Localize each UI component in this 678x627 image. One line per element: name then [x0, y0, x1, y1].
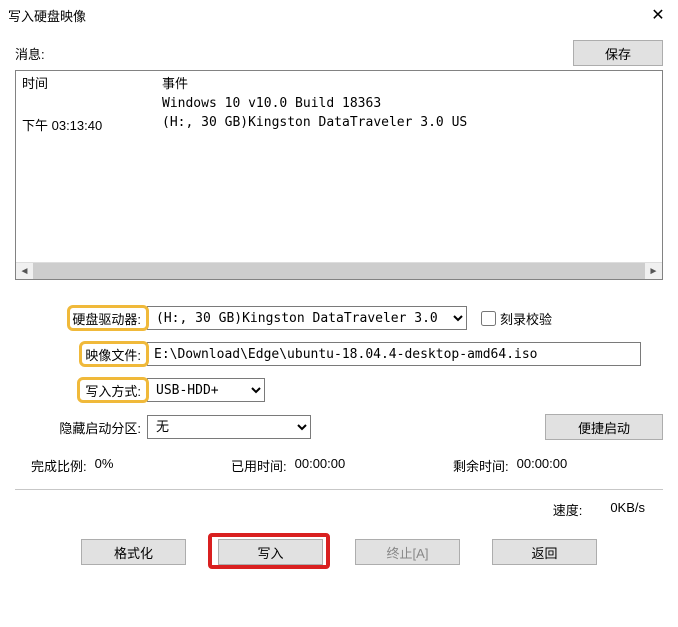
- format-button[interactable]: 格式化: [81, 539, 186, 565]
- drive-select[interactable]: (H:, 30 GB)Kingston DataTraveler 3.0 US: [147, 306, 467, 330]
- elapsed-label: 已用时间:: [231, 456, 287, 475]
- message-label: 消息:: [15, 44, 45, 63]
- log-time: [22, 96, 162, 111]
- boot-button[interactable]: 便捷启动: [545, 414, 663, 440]
- progress-label: 完成比例:: [31, 456, 87, 475]
- hide-select[interactable]: 无: [147, 415, 311, 439]
- title-bar: 写入硬盘映像 ✕: [0, 0, 678, 30]
- form-area: 硬盘驱动器: (H:, 30 GB)Kingston DataTraveler …: [15, 306, 663, 440]
- content-area: 消息: 保存 时间 事件 Windows 10 v10.0 Build 1836…: [0, 30, 678, 565]
- scroll-left-icon[interactable]: ◄: [16, 263, 33, 279]
- drive-label: 硬盘驱动器:: [15, 309, 147, 328]
- button-row: 格式化 写入 终止[A] 返回: [15, 539, 663, 565]
- hide-label: 隐藏启动分区:: [15, 418, 147, 437]
- scroll-thumb[interactable]: [33, 263, 645, 279]
- elapsed-value: 00:00:00: [295, 456, 346, 475]
- divider: [15, 489, 663, 490]
- progress-value: 0%: [95, 456, 114, 475]
- log-col-time: 时间: [22, 73, 162, 92]
- abort-button: 终止[A]: [355, 539, 460, 565]
- window-title: 写入硬盘映像: [8, 6, 86, 25]
- log-line: Windows 10 v10.0 Build 18363: [16, 94, 662, 113]
- log-box: 时间 事件 Windows 10 v10.0 Build 18363 下午 03…: [15, 70, 663, 280]
- mode-label: 写入方式:: [15, 381, 147, 400]
- scroll-track[interactable]: [33, 263, 645, 279]
- verify-label: 刻录校验: [500, 309, 552, 328]
- log-event: (H:, 30 GB)Kingston DataTraveler 3.0 US: [162, 115, 656, 134]
- speed-row: 速度: 0KB/s: [15, 496, 663, 519]
- image-label: 映像文件:: [15, 345, 147, 364]
- mode-select[interactable]: USB-HDD+: [147, 378, 265, 402]
- verify-checkbox-input[interactable]: [481, 311, 496, 326]
- remain-label: 剩余时间:: [453, 456, 509, 475]
- save-button[interactable]: 保存: [573, 40, 663, 66]
- verify-checkbox[interactable]: 刻录校验: [481, 309, 552, 328]
- log-time: 下午 03:13:40: [22, 115, 162, 134]
- log-hscrollbar[interactable]: ◄ ►: [16, 262, 662, 279]
- message-row: 消息: 保存: [15, 40, 663, 66]
- hide-row: 隐藏启动分区: 无 便捷启动: [15, 414, 663, 440]
- status-row: 完成比例: 0% 已用时间: 00:00:00 剩余时间: 00:00:00: [15, 452, 663, 475]
- image-path-input[interactable]: [147, 342, 641, 366]
- image-row: 映像文件:: [15, 342, 663, 366]
- back-button[interactable]: 返回: [492, 539, 597, 565]
- log-line: 下午 03:13:40 (H:, 30 GB)Kingston DataTrav…: [16, 113, 662, 136]
- log-body: Windows 10 v10.0 Build 18363 下午 03:13:40…: [16, 94, 662, 262]
- log-header: 时间 事件: [16, 71, 662, 94]
- write-button[interactable]: 写入: [218, 539, 323, 565]
- speed-label: 速度:: [553, 500, 583, 519]
- speed-value: 0KB/s: [610, 500, 645, 519]
- drive-row: 硬盘驱动器: (H:, 30 GB)Kingston DataTraveler …: [15, 306, 663, 330]
- mode-row: 写入方式: USB-HDD+: [15, 378, 663, 402]
- scroll-right-icon[interactable]: ►: [645, 263, 662, 279]
- remain-value: 00:00:00: [517, 456, 568, 475]
- log-event: Windows 10 v10.0 Build 18363: [162, 96, 656, 111]
- close-button[interactable]: ✕: [638, 0, 678, 30]
- log-col-event: 事件: [162, 73, 656, 92]
